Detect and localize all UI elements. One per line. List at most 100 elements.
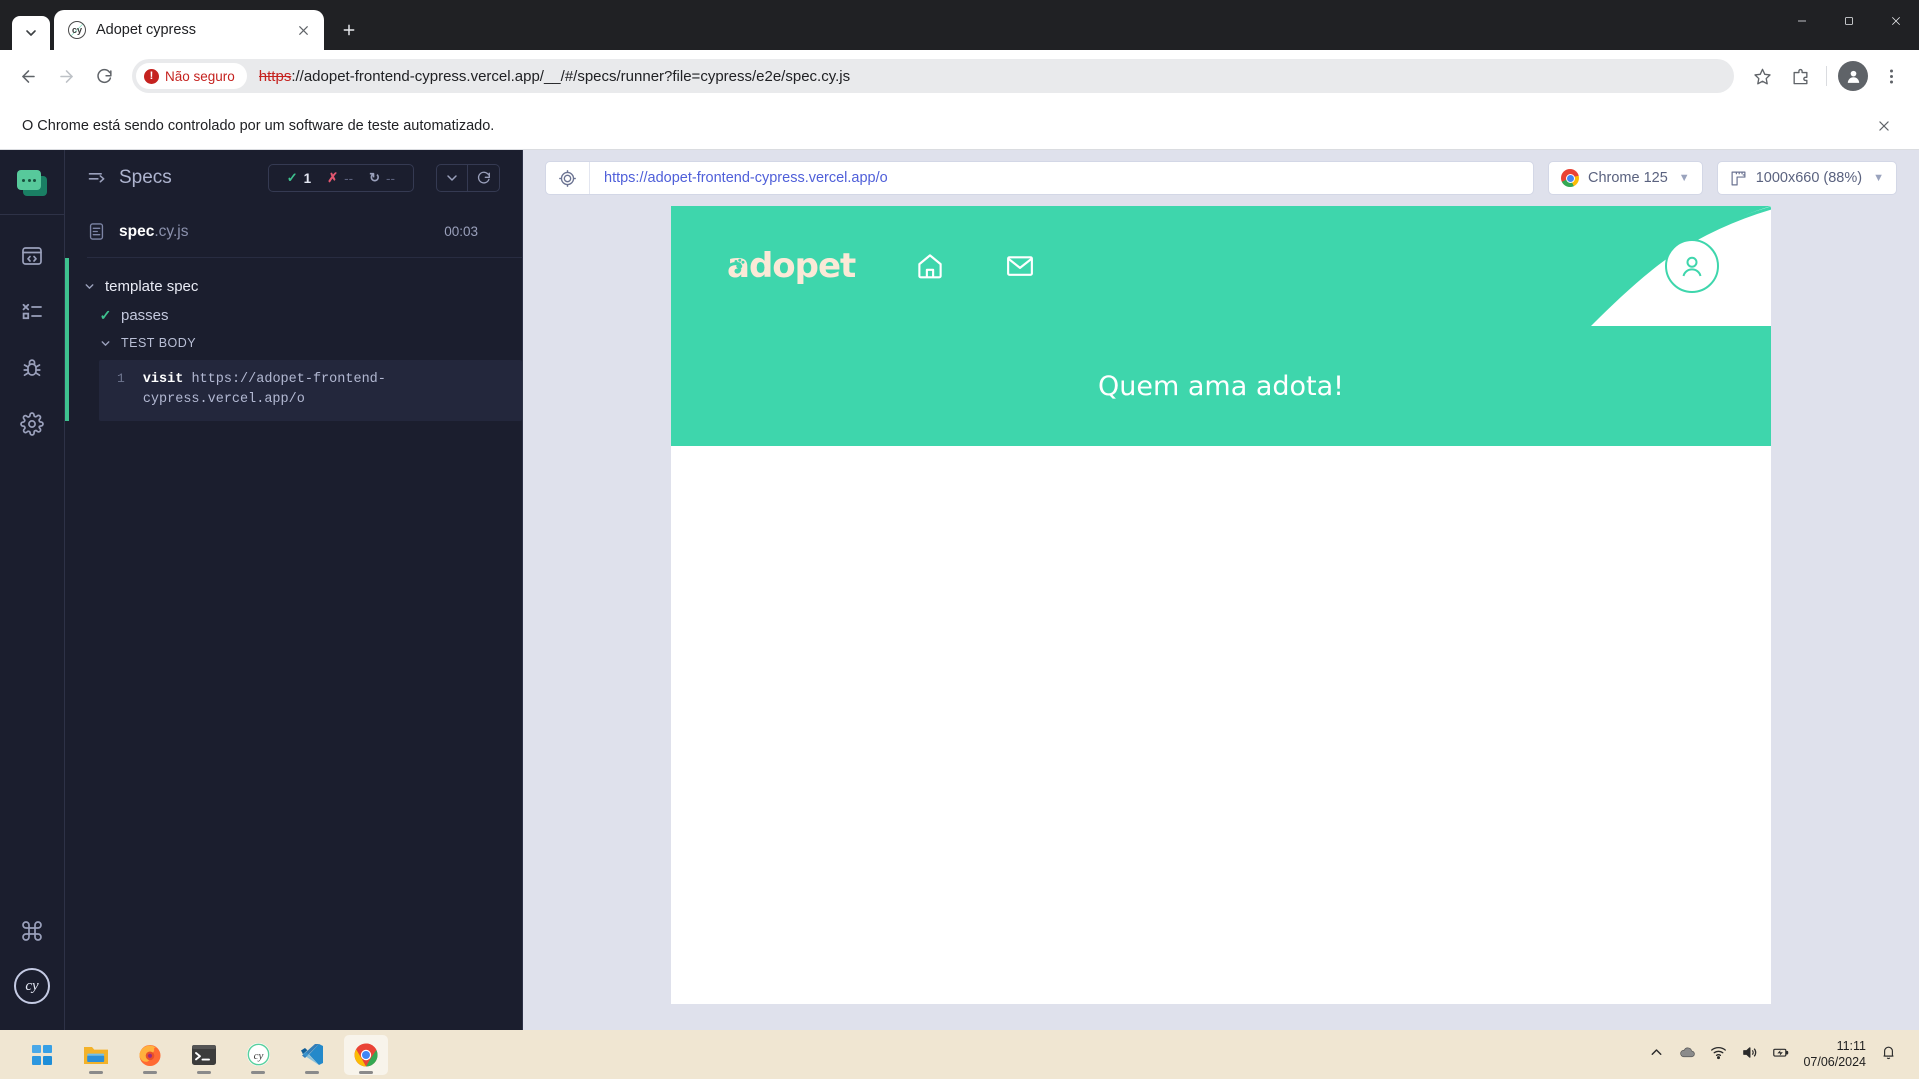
app-under-test[interactable]: adopet Quem ama adota! <box>671 206 1771 1004</box>
cross-icon: ✗ <box>327 170 339 185</box>
file-explorer[interactable] <box>74 1035 118 1075</box>
cypress[interactable]: cy <box>236 1035 280 1075</box>
spec-file-name: spec.cy.js <box>119 223 189 241</box>
test-runner-panel: https://adopet-frontend-cypress.vercel.a… <box>523 150 1919 1030</box>
vscode[interactable] <box>290 1035 334 1075</box>
command-text: visit https://adopet-frontend-cypress.ve… <box>143 370 508 409</box>
close-icon[interactable] <box>1871 113 1897 139</box>
start-button[interactable] <box>20 1035 64 1075</box>
star-icon[interactable] <box>1744 58 1780 94</box>
viewport-selector[interactable]: 1000x660 (88%) ▼ <box>1716 161 1897 195</box>
clock[interactable]: 11:11 07/06/2024 <box>1803 1039 1866 1070</box>
windows-logo <box>32 1044 52 1065</box>
running-indicator <box>305 1070 319 1074</box>
kebab-menu-icon[interactable] <box>1873 58 1909 94</box>
cypress-logo[interactable]: cy <box>14 968 50 1004</box>
command-name: visit <box>142 372 184 387</box>
specs-list-icon <box>87 168 107 188</box>
firefox[interactable] <box>128 1035 172 1075</box>
back-icon[interactable] <box>10 58 46 94</box>
browser-tab[interactable]: cy Adopet cypress <box>54 10 324 50</box>
folder-icon <box>84 1046 108 1064</box>
chevron-down-icon[interactable] <box>436 164 468 192</box>
window-controls <box>1778 0 1919 42</box>
specs-code-icon[interactable] <box>19 243 45 269</box>
chevron-up-icon[interactable] <box>1648 1044 1665 1066</box>
chrome-icon <box>354 1042 378 1067</box>
running-indicator <box>197 1070 211 1074</box>
hero-text: Quem ama adota! <box>1098 370 1344 402</box>
running-indicator <box>359 1070 373 1074</box>
adopet-logo[interactable]: adopet <box>727 246 856 286</box>
test-row[interactable]: ✓ passes <box>65 301 522 330</box>
paw-icon <box>734 258 745 269</box>
running-indicator <box>251 1070 265 1074</box>
browser-selector[interactable]: Chrome 125 ▼ <box>1548 161 1703 195</box>
toolbar-divider <box>1826 66 1827 86</box>
command-row[interactable]: 1 visit https://adopet-frontend-cypress.… <box>99 360 522 422</box>
mail-icon[interactable] <box>1005 251 1035 281</box>
minimize-icon[interactable] <box>1778 0 1825 42</box>
wifi-icon[interactable] <box>1710 1044 1727 1066</box>
rerun-icon[interactable] <box>468 164 500 192</box>
check-icon: ✓ <box>99 307 112 323</box>
volume-icon[interactable] <box>1741 1044 1758 1066</box>
runner-toolbar: https://adopet-frontend-cypress.vercel.a… <box>523 150 1919 206</box>
chevron-down-icon[interactable] <box>99 337 112 350</box>
new-tab-button[interactable] <box>332 13 366 47</box>
firefox-icon <box>139 1044 161 1066</box>
test-body-label: TEST BODY <box>121 336 197 350</box>
suite-row[interactable]: template spec <box>65 272 522 301</box>
rail-nav <box>19 215 45 437</box>
test-body-row[interactable]: TEST BODY <box>65 330 522 356</box>
url-text: https://adopet-frontend-cypress.vercel.a… <box>259 68 850 85</box>
tab-search-button[interactable] <box>12 16 50 50</box>
runner-url-bar[interactable]: https://adopet-frontend-cypress.vercel.a… <box>545 161 1534 195</box>
vscode-icon <box>301 1044 323 1065</box>
battery-icon[interactable] <box>1772 1044 1789 1066</box>
terminal[interactable] <box>182 1035 226 1075</box>
stat-pending: ↻ -- <box>361 170 403 186</box>
address-bar[interactable]: ! Não seguro https://adopet-frontend-cyp… <box>132 59 1734 93</box>
page-title: Specs <box>119 167 172 188</box>
chrome[interactable] <box>344 1034 388 1075</box>
chevron-down-icon: ▼ <box>1678 172 1690 184</box>
debug-bug-icon[interactable] <box>19 355 45 381</box>
runs-list-icon[interactable] <box>19 299 45 325</box>
windows-taskbar: cy 11:11 07/06/2024 <box>0 1030 1919 1079</box>
selector-playground-icon[interactable] <box>546 162 590 194</box>
brand-name: adopet <box>727 246 856 286</box>
chevron-down-icon[interactable] <box>83 280 96 293</box>
running-indicator <box>143 1070 157 1074</box>
test-tree: template spec ✓ passes TEST BODY 1 visit… <box>65 258 522 422</box>
keyboard-shortcuts-icon[interactable] <box>19 918 45 944</box>
home-icon[interactable] <box>915 251 945 281</box>
stat-failed: ✗ -- <box>319 170 361 186</box>
spec-file-row[interactable]: spec.cy.js 00:03 <box>87 206 522 258</box>
browser-label: Chrome 125 <box>1588 170 1668 186</box>
profile-icon[interactable] <box>1835 58 1871 94</box>
clock-time: 11:11 <box>1836 1038 1866 1053</box>
close-icon[interactable] <box>1872 0 1919 42</box>
running-indicator <box>89 1070 103 1074</box>
close-icon[interactable] <box>292 19 314 41</box>
rail-bottom: cy <box>14 918 50 1030</box>
cypress-app: cy Specs ✓ 1 ✗ -- ↻ -- spec.cy.js 00:03 … <box>0 150 1919 1030</box>
ruler-icon <box>1730 170 1747 187</box>
maximize-icon[interactable] <box>1825 0 1872 42</box>
chevron-down-icon: ▼ <box>1873 172 1884 184</box>
extensions-icon[interactable] <box>1782 58 1818 94</box>
settings-gear-icon[interactable] <box>19 411 45 437</box>
toolbar-right <box>1744 58 1909 94</box>
security-status-badge[interactable]: ! Não seguro <box>136 63 247 89</box>
user-circle-icon[interactable] <box>1665 239 1719 293</box>
forward-icon[interactable] <box>48 58 84 94</box>
suite-label: template spec <box>105 278 199 295</box>
cloud-icon[interactable] <box>1679 1044 1696 1066</box>
project-switcher[interactable] <box>0 162 64 215</box>
chrome-browser-window: cy Adopet cypress ! Não seguro https://a… <box>0 0 1919 1030</box>
reload-icon[interactable] <box>86 58 122 94</box>
security-label: Não seguro <box>165 68 235 84</box>
command-log: 1 visit https://adopet-frontend-cypress.… <box>99 360 522 422</box>
bell-icon[interactable] <box>1880 1044 1897 1066</box>
